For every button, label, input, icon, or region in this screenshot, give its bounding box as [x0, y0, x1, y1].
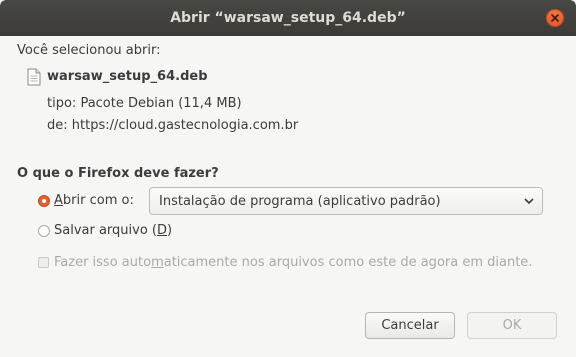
file-name: warsaw_setup_64.deb [47, 69, 208, 84]
file-type-label: tipo: [47, 96, 77, 111]
action-question: O que o Firefox deve fazer? [17, 166, 219, 181]
file-source-label: de: [47, 118, 68, 133]
open-with-radio[interactable] [38, 195, 50, 207]
open-with-mnemonic: A [54, 193, 63, 208]
auto-action-label: Fazer isso automaticamente nos arquivos … [54, 255, 532, 270]
document-icon [27, 68, 41, 86]
save-file-text: Salvar arquivo ( [54, 223, 158, 238]
auto-action-text-before: Fazer isso auto [54, 255, 152, 270]
file-source: de: https://cloud.gastecnologia.com.br [47, 118, 298, 133]
intro-text: Você selecionou abrir: [17, 43, 161, 58]
file-type: tipo: Pacote Debian (11,4 MB) [47, 96, 242, 111]
save-file-radio[interactable] [38, 225, 50, 237]
auto-action-mnemonic: m [151, 255, 164, 270]
auto-action-checkbox[interactable] [38, 257, 49, 268]
application-select-value: Instalação de programa (aplicativo padrã… [159, 194, 441, 209]
auto-action-text-after: aticamente nos arquivos como este de ago… [163, 255, 533, 270]
save-file-label[interactable]: Salvar arquivo (D) [54, 223, 172, 238]
titlebar[interactable]: Abrir “warsaw_setup_64.deb” [0, 0, 576, 36]
open-with-text: brir com o: [62, 193, 134, 208]
close-button[interactable] [546, 9, 564, 27]
file-source-value: https://cloud.gastecnologia.com.br [71, 118, 299, 133]
open-with-label[interactable]: Abrir com o: [54, 193, 134, 208]
application-select[interactable]: Instalação de programa (aplicativo padrã… [149, 187, 543, 215]
window-title: Abrir “warsaw_setup_64.deb” [170, 10, 406, 26]
save-file-suffix: ) [167, 223, 173, 238]
download-dialog: Abrir “warsaw_setup_64.deb” Você selecio… [0, 0, 576, 357]
close-icon [551, 14, 559, 22]
save-file-mnemonic: D [157, 223, 168, 238]
file-type-value: Pacote Debian (11,4 MB) [80, 96, 242, 111]
chevron-down-icon [524, 198, 534, 205]
divider [0, 298, 576, 299]
ok-button[interactable]: OK [467, 312, 557, 339]
cancel-button[interactable]: Cancelar [365, 312, 455, 339]
